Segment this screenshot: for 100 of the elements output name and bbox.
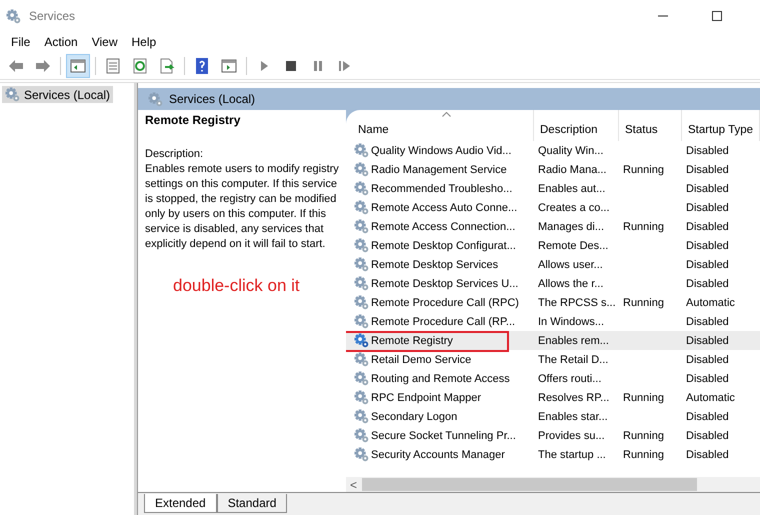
- table-cell-text: Manages di...: [537, 220, 606, 232]
- service-row[interactable]: Remote Procedure Call (RPC) The RPCSS s... Running Automatic: [346, 293, 760, 312]
- description-text: Enables remote users to modify registry settings on this computer. If this service is stopped, the registry can be modified only by users on this computer. If this service is disabled, any services that explicitly depend on it will fail to start.: [145, 162, 340, 252]
- gear-icon: [354, 257, 369, 272]
- properties-icon: [104, 56, 122, 74]
- service-row[interactable]: Secure Socket Tunneling Pr... Provides su... Running Disabled: [346, 426, 760, 445]
- service-name: Secure Socket Tunneling Pr...: [371, 430, 516, 442]
- table-cell-text: Disabled: [685, 258, 730, 270]
- service-row[interactable]: Remote Desktop Services Allows user... Disabled: [346, 255, 760, 274]
- table-cell-text: Disabled: [685, 448, 730, 460]
- table-cell-text: Provides su...: [537, 430, 606, 442]
- toolbar-button[interactable]: [66, 54, 90, 78]
- gear-icon: [354, 314, 369, 329]
- service-row[interactable]: Routing and Remote Access Offers routi... Disabled: [346, 369, 760, 388]
- column-header[interactable]: Name: [346, 110, 534, 141]
- annotation-text: double-click on it: [173, 276, 301, 296]
- gear-icon: [148, 92, 163, 106]
- table-cell-text: Allows user...: [537, 258, 604, 270]
- table-cell-text: Disabled: [685, 334, 730, 346]
- console-tree-icon: [69, 56, 87, 74]
- scroll-left-button[interactable]: <: [346, 478, 362, 492]
- gear-icon: [354, 238, 369, 253]
- gear-icon: [354, 295, 369, 310]
- table-cell-text: In Windows...: [537, 316, 606, 328]
- gear-icon: [354, 162, 369, 177]
- table-cell-text: Offers routi...: [537, 372, 602, 384]
- scroll-thumb[interactable]: [362, 478, 697, 491]
- view-tab[interactable]: Standard: [216, 494, 288, 513]
- service-row[interactable]: Remote Desktop Services U... Allows the r... Disabled: [346, 274, 760, 293]
- table-cell-text: Disabled: [685, 430, 730, 442]
- service-name: Remote Desktop Services: [371, 258, 498, 270]
- service-name: Quality Windows Audio Vid...: [371, 144, 512, 156]
- menu-item[interactable]: Action: [37, 35, 85, 49]
- table-cell-text: Automatic: [685, 296, 736, 308]
- table-cell-text: Remote Des...: [537, 240, 610, 252]
- column-header[interactable]: Startup Type: [682, 110, 760, 141]
- service-row[interactable]: RPC Endpoint Mapper Resolves RP... Running Automatic: [346, 388, 760, 407]
- table-cell-text: Running: [622, 164, 665, 176]
- gear-icon: [354, 428, 369, 443]
- horizontal-scrollbar[interactable]: <: [346, 477, 760, 492]
- gear-icon: [5, 87, 20, 102]
- service-row[interactable]: Radio Management Service Radio Mana... Running Disabled: [346, 160, 760, 179]
- menu-item[interactable]: File: [4, 35, 38, 49]
- gear-icon: [354, 181, 369, 196]
- gear-icon: [354, 447, 369, 462]
- menu-item[interactable]: View: [84, 35, 124, 49]
- table-cell-text: Radio Mana...: [537, 164, 608, 176]
- export-list-icon: [158, 56, 176, 74]
- column-header[interactable]: Description: [534, 110, 619, 141]
- menu-item[interactable]: Help: [124, 35, 164, 49]
- table-cell-text: Disabled: [685, 164, 730, 176]
- service-name: Remote Procedure Call (RP...: [371, 316, 516, 328]
- service-row[interactable]: Recommended Troublesho... Enables aut... Disabled: [346, 179, 760, 198]
- action-pane-icon: [220, 56, 238, 74]
- table-cell-text: Enables star...: [537, 410, 609, 422]
- table-cell-text: Disabled: [685, 144, 730, 156]
- service-name: RPC Endpoint Mapper: [371, 392, 482, 404]
- service-name: Remote Access Connection...: [371, 220, 516, 232]
- gear-icon: [6, 8, 21, 24]
- table-cell-text: Running: [622, 392, 665, 404]
- table-cell-text: Disabled: [685, 182, 730, 194]
- column-header[interactable]: Status: [619, 110, 682, 141]
- service-row[interactable]: Remote Access Connection... Manages di... Running Disabled: [346, 217, 760, 236]
- table-cell-text: Running: [622, 220, 665, 232]
- service-row[interactable]: Remote Access Auto Conne... Creates a co... Disabled: [346, 198, 760, 217]
- help-icon: [193, 56, 211, 74]
- table-cell-text: Disabled: [685, 220, 730, 232]
- service-name: Security Accounts Manager: [371, 448, 505, 460]
- table-cell-text: The RPCSS s...: [537, 296, 617, 308]
- maximize-icon: [712, 11, 722, 21]
- service-row[interactable]: Retail Demo Service The Retail D... Disabled: [346, 350, 760, 369]
- view-tab[interactable]: Extended: [144, 494, 217, 513]
- table-cell-text: Disabled: [685, 202, 730, 214]
- service-row[interactable]: Remote Registry Enables rem... Disabled: [346, 331, 760, 350]
- gear-icon: [354, 276, 369, 291]
- service-name: Routing and Remote Access: [371, 372, 510, 384]
- service-row[interactable]: Security Accounts Manager The startup ... Running Disabled: [346, 445, 760, 464]
- gear-icon: [354, 200, 369, 215]
- table-cell-text: Running: [622, 296, 665, 308]
- table-cell-text: The startup ...: [537, 448, 607, 460]
- service-name: Radio Management Service: [371, 164, 507, 176]
- service-row[interactable]: Quality Windows Audio Vid... Quality Win... Disabled: [346, 141, 760, 160]
- table-cell-text: Disabled: [685, 354, 730, 366]
- gear-icon: [354, 219, 369, 234]
- service-name: Remote Procedure Call (RPC): [371, 296, 519, 308]
- service-row[interactable]: Remote Desktop Configurat... Remote Des... Disabled: [346, 236, 760, 255]
- table-cell-text: Disabled: [685, 372, 730, 384]
- service-row[interactable]: Remote Procedure Call (RP... In Windows... Disabled: [346, 312, 760, 331]
- table-cell-text: Running: [622, 448, 665, 460]
- table-cell-text: Disabled: [685, 316, 730, 328]
- service-row[interactable]: Secondary Logon Enables star... Disabled: [346, 407, 760, 426]
- table-cell-text: Allows the r...: [537, 278, 604, 290]
- tree-item[interactable]: Services (Local): [2, 86, 114, 103]
- service-name: Remote Desktop Services U...: [371, 278, 518, 290]
- service-name: Recommended Troublesho...: [371, 182, 512, 194]
- table-cell-text: Disabled: [685, 278, 730, 290]
- service-name: Remote Desktop Configurat...: [371, 240, 516, 252]
- window-title: Services: [29, 9, 76, 23]
- description-label: Description:: [145, 147, 204, 162]
- service-name: Secondary Logon: [371, 410, 458, 422]
